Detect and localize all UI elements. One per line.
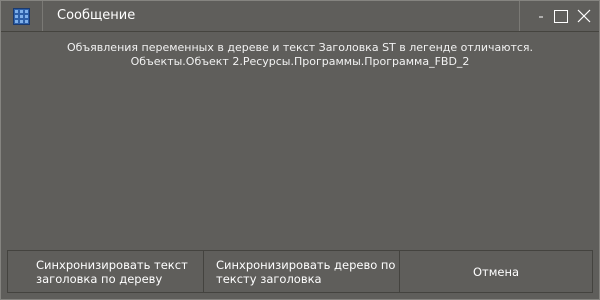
maximize-icon	[554, 10, 568, 23]
message-line-2: Объекты.Объект 2.Ресурсы.Программы.Прогр…	[130, 55, 470, 68]
maximize-button[interactable]	[549, 1, 573, 31]
sync-tree-to-text-label: Синхронизировать дерево по тексту заголо…	[216, 257, 396, 286]
window-title: Сообщение	[57, 8, 136, 23]
sync-text-to-tree-button[interactable]: Синхронизировать текст заголовка по дере…	[7, 250, 203, 293]
title-bar[interactable]: Сообщение	[1, 1, 599, 32]
cancel-label: Отмена	[472, 264, 520, 279]
grid-app-icon	[13, 8, 30, 25]
app-icon-container[interactable]	[1, 1, 43, 31]
cancel-button[interactable]: Отмена	[399, 250, 593, 293]
message-dialog: Сообщение Объявления переменных в дереве…	[0, 0, 600, 300]
title-separator	[519, 1, 520, 31]
sync-tree-to-text-button[interactable]: Синхронизировать дерево по тексту заголо…	[203, 250, 399, 293]
message-body: Объявления переменных в дереве и текст З…	[1, 41, 599, 69]
message-line-1: Объявления переменных в дереве и текст З…	[66, 41, 534, 54]
sync-text-to-tree-label: Синхронизировать текст заголовка по дере…	[36, 257, 188, 286]
close-button[interactable]	[573, 1, 597, 31]
dialog-button-bar: Синхронизировать текст заголовка по дере…	[7, 250, 593, 293]
close-icon	[577, 9, 591, 23]
